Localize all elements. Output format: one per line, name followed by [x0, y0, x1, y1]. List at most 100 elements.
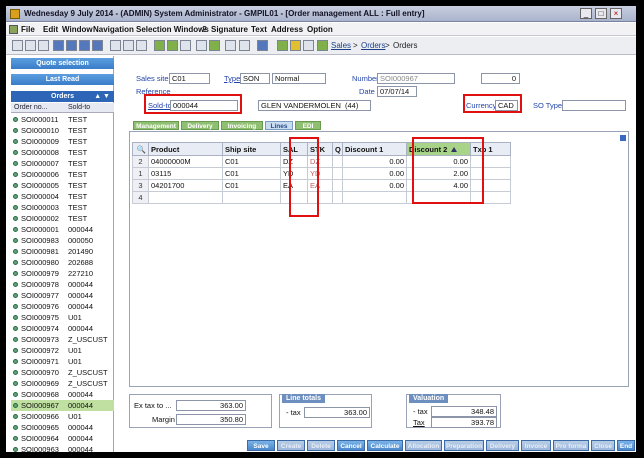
order-list-item[interactable]: SOI000002 TEST — [11, 213, 114, 224]
order-list-item[interactable]: SOI000983 000050 — [11, 235, 114, 246]
order-list-item[interactable]: SOI000966 U01 — [11, 411, 114, 422]
type-label[interactable]: Type — [224, 74, 240, 83]
order-list-item[interactable]: SOI000007 TEST — [11, 158, 114, 169]
order-list-item[interactable]: SOI000964 000044 — [11, 433, 114, 444]
cell-q[interactable] — [332, 155, 343, 168]
cell-q[interactable] — [332, 191, 343, 204]
order-list-item[interactable]: SOI000011 TEST — [11, 114, 114, 125]
delivery-button[interactable]: Delivery — [486, 440, 519, 451]
order-list-item[interactable]: SOI000977 000044 — [11, 290, 114, 301]
order-list-item[interactable]: SOI000976 000044 — [11, 301, 114, 312]
order-list-item[interactable]: SOI000008 TEST — [11, 147, 114, 158]
cell-ship-site[interactable]: C01 — [222, 155, 281, 168]
link-icon[interactable] — [196, 40, 207, 51]
cell-product[interactable]: 04000000M — [148, 155, 223, 168]
column-q[interactable]: Q — [332, 142, 343, 156]
tab-lines[interactable]: Lines — [265, 121, 293, 130]
invoice-button[interactable]: Invoice — [521, 440, 551, 451]
menu-help[interactable]: ? — [202, 25, 207, 34]
menu-edit[interactable]: Edit — [43, 25, 58, 34]
type-code-field[interactable]: SON — [240, 73, 270, 84]
grid-icon[interactable] — [167, 40, 178, 51]
pro-forma-button[interactable]: Pro forma — [553, 440, 589, 451]
cell-ship-site[interactable] — [222, 191, 281, 204]
tab-management[interactable]: Management — [133, 121, 179, 130]
preparation-button[interactable]: Preparation — [444, 440, 484, 451]
previous-record-icon[interactable] — [66, 40, 77, 51]
column-sold-to[interactable]: Sold-to — [68, 104, 90, 111]
column-ship-site[interactable]: Ship site — [222, 142, 281, 156]
save-button[interactable]: Save — [247, 440, 275, 451]
order-list-item[interactable]: SOI000975 U01 — [11, 312, 114, 323]
number-field[interactable]: SOI000967 — [377, 73, 455, 84]
user-icon[interactable] — [225, 40, 236, 51]
last-record-icon[interactable] — [92, 40, 103, 51]
column-discount-1[interactable]: Discount 1 — [342, 142, 407, 156]
menu-window[interactable]: Window — [62, 25, 93, 34]
cell-discount-1[interactable] — [342, 191, 407, 204]
menu-selection-windows[interactable]: Selection Windows — [136, 25, 209, 34]
comment-icon[interactable] — [123, 40, 134, 51]
sales-site-field[interactable]: C01 — [169, 73, 210, 84]
order-list-item[interactable]: SOI000979 227210 — [11, 268, 114, 279]
close-button[interactable]: Close — [591, 440, 615, 451]
cell-q[interactable] — [332, 179, 343, 192]
menu-address[interactable]: Address — [271, 25, 303, 34]
calculator-icon[interactable] — [136, 40, 147, 51]
tools-icon[interactable] — [209, 40, 220, 51]
order-list-item[interactable]: SOI000972 U01 — [11, 345, 114, 356]
order-list-item[interactable]: SOI000970 Z_USCUST — [11, 367, 114, 378]
order-list-item[interactable]: SOI000010 TEST — [11, 125, 114, 136]
quote-selection-button[interactable]: Quote selection — [11, 58, 114, 69]
cell-ship-site[interactable]: C01 — [222, 179, 281, 192]
info-icon[interactable] — [620, 135, 626, 141]
last-read-button[interactable]: Last Read — [11, 74, 114, 85]
cell-discount-1[interactable]: 0.00 — [342, 155, 407, 168]
calculate-button[interactable]: Calculate — [367, 440, 403, 451]
order-list-item[interactable]: SOI000974 000044 — [11, 323, 114, 334]
orders-panel-header[interactable]: Orders ▲ ▼ — [11, 91, 114, 102]
first-record-icon[interactable] — [53, 40, 64, 51]
order-list-item[interactable]: SOI000981 201490 — [11, 246, 114, 257]
next-record-icon[interactable] — [79, 40, 90, 51]
minimize-button[interactable]: _ — [580, 8, 592, 19]
allocation-button[interactable]: Allocation — [405, 440, 442, 451]
order-list-item[interactable]: SOI000980 202688 — [11, 257, 114, 268]
order-list-item[interactable]: SOI000965 000044 — [11, 422, 114, 433]
order-list-item[interactable]: SOI000003 TEST — [11, 202, 114, 213]
cancel-button[interactable]: Cancel — [337, 440, 365, 451]
back-icon[interactable] — [303, 40, 314, 51]
date-field[interactable]: 07/07/14 — [377, 86, 417, 97]
order-list-item[interactable]: SOI000005 TEST — [11, 180, 114, 191]
lock-icon[interactable] — [239, 40, 250, 51]
navigation-tree-icon[interactable] — [317, 40, 328, 51]
menu-navigation[interactable]: Navigation — [93, 25, 134, 34]
breadcrumb-sales[interactable]: Sales — [331, 41, 351, 50]
cell-product[interactable] — [148, 191, 223, 204]
selection-icon[interactable] — [154, 40, 165, 51]
valuation-tax-label[interactable]: Tax — [413, 418, 425, 427]
menu-file[interactable]: File — [21, 25, 35, 34]
attachment-icon[interactable] — [110, 40, 121, 51]
order-list-item[interactable]: SOI000969 Z_USCUST — [11, 378, 114, 389]
edit-icon[interactable] — [38, 40, 49, 51]
column-product[interactable]: Product — [148, 142, 223, 156]
tab-edi[interactable]: EDI — [295, 121, 321, 130]
order-list-item[interactable]: SOI000973 Z_USCUST — [11, 334, 114, 345]
order-list-item[interactable]: SOI000968 000044 — [11, 389, 114, 400]
order-list-item[interactable]: SOI000963 000044 — [11, 444, 114, 452]
create-button[interactable]: Create — [277, 440, 305, 451]
order-list-item[interactable]: SOI000978 000044 — [11, 279, 114, 290]
order-list-item[interactable]: SOI000004 TEST — [11, 191, 114, 202]
menu-option[interactable]: Option — [307, 25, 333, 34]
tab-invoicing[interactable]: Invoicing — [221, 121, 263, 130]
order-list-item[interactable]: SOI000009 TEST — [11, 136, 114, 147]
info-icon[interactable] — [257, 40, 268, 51]
help-icon[interactable] — [180, 40, 191, 51]
cell-ship-site[interactable]: C01 — [222, 167, 281, 180]
cell-product[interactable]: 03115 — [148, 167, 223, 180]
end-button[interactable]: End — [617, 440, 635, 451]
maximize-button[interactable]: □ — [595, 8, 607, 19]
breadcrumb-orders[interactable]: Orders — [361, 41, 385, 50]
so-type-field[interactable] — [562, 100, 626, 111]
